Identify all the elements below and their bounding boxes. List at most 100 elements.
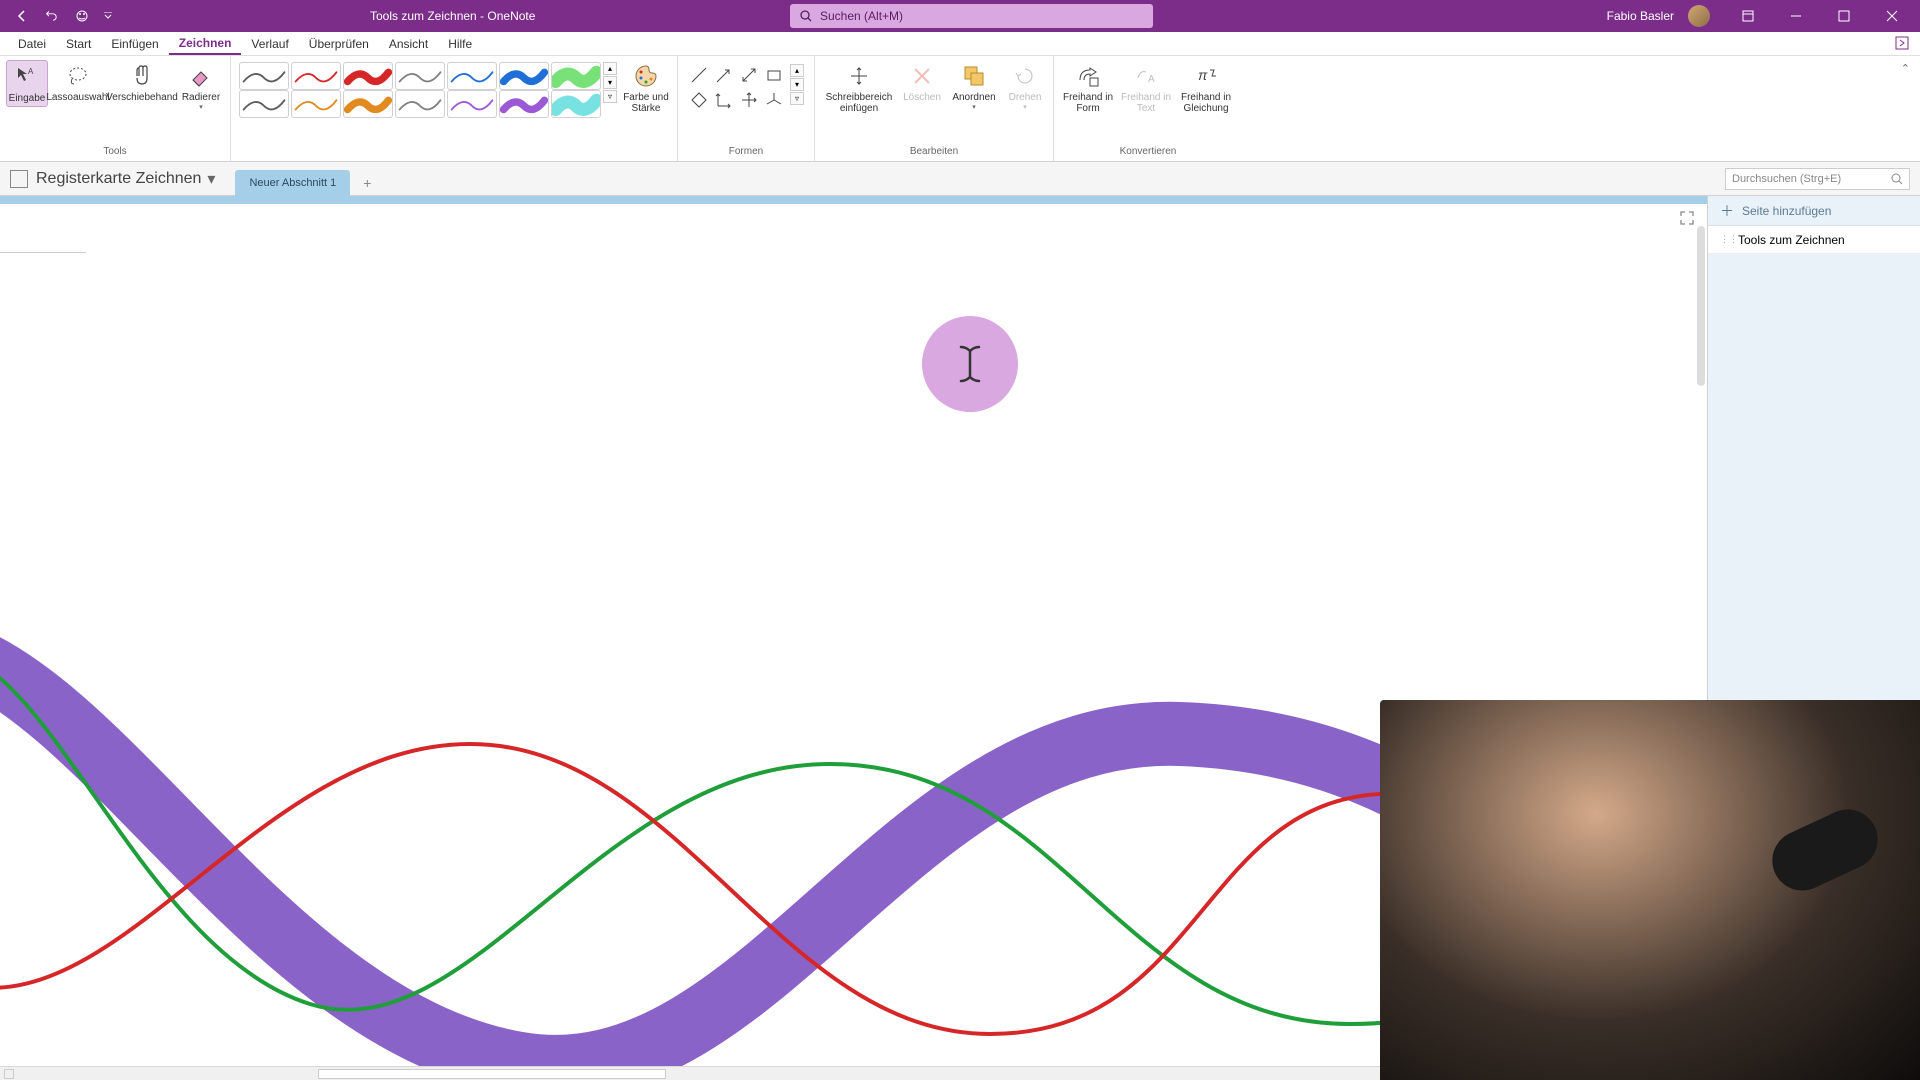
- search-icon: [1891, 173, 1903, 185]
- tool-pan-button[interactable]: Verschiebehand: [108, 60, 176, 105]
- ink-math-icon: π: [1192, 62, 1220, 90]
- eraser-icon: [187, 62, 215, 90]
- notebook-icon[interactable]: [10, 170, 28, 188]
- tab-start[interactable]: Start: [56, 34, 101, 54]
- page-search-box[interactable]: Durchsuchen (Strg+E): [1725, 168, 1910, 190]
- arrange-icon: [960, 62, 988, 90]
- section-tab[interactable]: Neuer Abschnitt 1: [235, 170, 350, 196]
- pens-scroll-up-icon[interactable]: ▴: [603, 62, 617, 75]
- window-title: Tools zum Zeichnen - OneNote: [370, 9, 535, 23]
- pen-swatch[interactable]: [343, 62, 393, 90]
- shape-diamond-icon[interactable]: [688, 89, 710, 111]
- touch-mode-icon[interactable]: [72, 6, 92, 26]
- shape-axes2d-icon[interactable]: [713, 89, 735, 111]
- avatar[interactable]: [1688, 5, 1710, 27]
- pen-swatch[interactable]: [239, 90, 289, 118]
- color-thickness-button[interactable]: Farbe und Stärke: [621, 60, 671, 116]
- tab-zeichnen[interactable]: Zeichnen: [169, 33, 242, 55]
- shape-arrow-icon[interactable]: [713, 64, 735, 86]
- group-label-edit: Bearbeiten: [910, 144, 958, 159]
- add-page-button[interactable]: ＋ Seite hinzufügen: [1708, 196, 1920, 226]
- pen-swatch[interactable]: [291, 62, 341, 90]
- pens-more-icon[interactable]: ▿: [603, 90, 617, 103]
- tool-eraser-button[interactable]: Radierer ▾: [178, 60, 224, 113]
- pen-swatch[interactable]: [291, 90, 341, 118]
- insert-space-button[interactable]: Schreibbereich einfügen: [821, 60, 897, 116]
- section-strip: [0, 196, 1920, 204]
- rotate-button: Drehen ▾: [1003, 60, 1047, 113]
- add-section-button[interactable]: +: [356, 172, 378, 194]
- close-button[interactable]: [1872, 0, 1912, 32]
- shapes-scroll-down-icon[interactable]: ▾: [790, 78, 804, 91]
- page-panel: ＋ Seite hinzufügen ⋮⋮ Tools zum Zeichnen: [1707, 196, 1920, 1066]
- back-icon[interactable]: [12, 6, 32, 26]
- ribbon-group-shapes: ▴ ▾ ▿ Formen: [678, 56, 815, 161]
- page-canvas[interactable]: [0, 204, 1707, 1066]
- rotate-icon: [1011, 62, 1039, 90]
- group-label-pens: [453, 144, 456, 159]
- share-icon[interactable]: [1894, 35, 1912, 53]
- notebook-nav: Registerkarte Zeichnen ▾ Neuer Abschnitt…: [0, 162, 1920, 196]
- pens-scroll-down-icon[interactable]: ▾: [603, 76, 617, 89]
- maximize-button[interactable]: [1824, 0, 1864, 32]
- svg-text:A: A: [1148, 74, 1155, 85]
- pen-swatch[interactable]: [551, 90, 601, 118]
- shapes-scroll-up-icon[interactable]: ▴: [790, 64, 804, 77]
- svg-text:A: A: [28, 67, 34, 76]
- shape-axes3d-icon[interactable]: [763, 89, 785, 111]
- shapes-more-icon[interactable]: ▿: [790, 92, 804, 105]
- delete-icon: [908, 62, 936, 90]
- ink-strokes: [0, 204, 1707, 1066]
- page-search-placeholder: Durchsuchen (Strg+E): [1732, 173, 1841, 185]
- undo-icon[interactable]: [42, 6, 62, 26]
- tab-einfuegen[interactable]: Einfügen: [101, 34, 168, 54]
- ribbon-group-pens: ▴▾▿ Farbe und Stärke: [231, 56, 678, 161]
- notebook-title[interactable]: Registerkarte Zeichnen: [36, 170, 201, 188]
- tool-lasso-button[interactable]: Lassoauswahl: [50, 60, 106, 105]
- minimize-button[interactable]: [1776, 0, 1816, 32]
- ink-shape-icon: [1074, 62, 1102, 90]
- pen-swatch[interactable]: [499, 62, 549, 90]
- shape-double-arrow-icon[interactable]: [738, 64, 760, 86]
- statusbar-field[interactable]: [318, 1069, 666, 1079]
- tool-eingabe-button[interactable]: A Eingabe: [6, 60, 48, 107]
- tab-ueberpruefen[interactable]: Überprüfen: [299, 34, 379, 54]
- pen-swatch[interactable]: [395, 62, 445, 90]
- arrange-button[interactable]: Anordnen ▾: [947, 60, 1001, 113]
- shape-rect-icon[interactable]: [763, 64, 785, 86]
- shape-line-icon[interactable]: [688, 64, 710, 86]
- ribbon-display-icon[interactable]: [1728, 0, 1768, 32]
- qat-dropdown-icon[interactable]: [102, 6, 114, 26]
- tab-verlauf[interactable]: Verlauf: [241, 34, 298, 54]
- text-cursor-icon: [953, 343, 987, 385]
- tab-ansicht[interactable]: Ansicht: [379, 34, 438, 54]
- collapse-ribbon-icon[interactable]: ⌃: [1901, 62, 1910, 75]
- pen-swatch[interactable]: [447, 90, 497, 118]
- tab-hilfe[interactable]: Hilfe: [438, 34, 482, 54]
- pen-swatch[interactable]: [239, 62, 289, 90]
- ink-to-math-button[interactable]: π Freihand in Gleichung: [1176, 60, 1236, 116]
- shape-axes-cross-icon[interactable]: [738, 89, 760, 111]
- ribbon-group-edit: Schreibbereich einfügen Löschen Anordnen…: [815, 56, 1054, 161]
- ribbon-group-tools: A Eingabe Lassoauswahl Verschiebehand Ra…: [0, 56, 231, 161]
- menu-tabs: Datei Start Einfügen Zeichnen Verlauf Üb…: [0, 32, 1920, 56]
- page-item[interactable]: ⋮⋮ Tools zum Zeichnen: [1708, 226, 1920, 254]
- ink-text-icon: A: [1132, 62, 1160, 90]
- tab-datei[interactable]: Datei: [8, 34, 56, 54]
- palette-icon: [632, 62, 660, 90]
- pen-swatch[interactable]: [499, 90, 549, 118]
- statusbar-nav-icon[interactable]: [4, 1069, 14, 1079]
- search-box[interactable]: Suchen (Alt+M): [790, 4, 1153, 28]
- ribbon-group-convert: Freihand in Form A Freihand in Text π Fr…: [1054, 56, 1242, 161]
- search-icon: [800, 10, 812, 22]
- pen-swatch[interactable]: [343, 90, 393, 118]
- pen-swatch[interactable]: [395, 90, 445, 118]
- user-name[interactable]: Fabio Basler: [1607, 9, 1674, 23]
- pen-swatch[interactable]: [447, 62, 497, 90]
- notebook-dropdown-icon[interactable]: ▾: [207, 169, 215, 189]
- pen-swatch[interactable]: [551, 62, 601, 90]
- cursor-highlight: [922, 316, 1018, 412]
- ink-to-shape-button[interactable]: Freihand in Form: [1060, 60, 1116, 116]
- ink-to-text-button: A Freihand in Text: [1118, 60, 1174, 116]
- page-item-label: Tools zum Zeichnen: [1738, 233, 1845, 247]
